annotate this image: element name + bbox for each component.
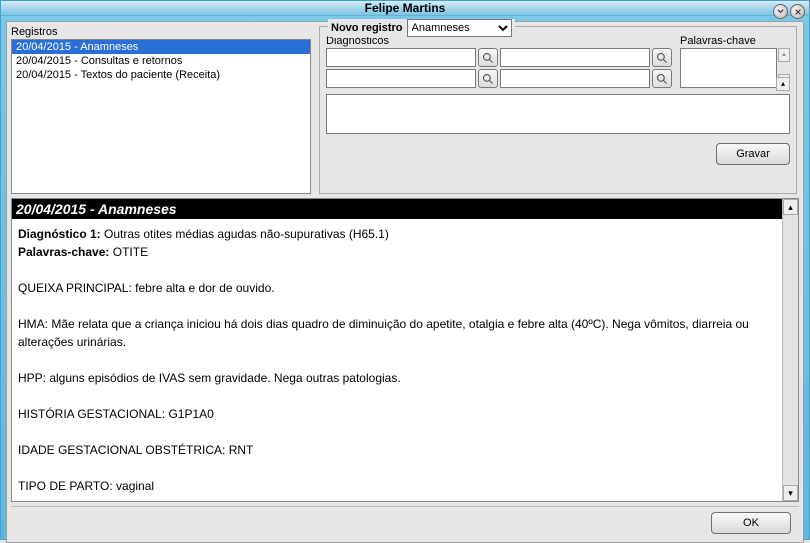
palavras-col: Palavras-chave ▴ ▾ bbox=[680, 35, 790, 88]
registros-label: Registros bbox=[11, 26, 311, 38]
titlebar-buttons bbox=[773, 4, 805, 19]
diag-input-1b[interactable] bbox=[500, 48, 650, 67]
close-icon[interactable] bbox=[790, 4, 805, 19]
notes-textarea[interactable] bbox=[326, 94, 790, 134]
diagnosticos-col: Diagnósticos bbox=[326, 35, 672, 88]
client-area: Registros 20/04/2015 - Anamneses 20/04/2… bbox=[6, 21, 804, 543]
registros-list[interactable]: 20/04/2015 - Anamneses 20/04/2015 - Cons… bbox=[11, 39, 311, 194]
diag-input-2b[interactable] bbox=[500, 69, 650, 88]
record-header: 20/04/2015 - Anamneses bbox=[12, 199, 782, 219]
search-icon[interactable] bbox=[652, 69, 672, 88]
scroll-up-icon[interactable]: ▴ bbox=[783, 199, 798, 215]
record-line: QUEIXA PRINCIPAL: febre alta e dor de ou… bbox=[18, 279, 776, 297]
novo-registro-label: Novo registro bbox=[331, 22, 403, 34]
record-scrollbar[interactable]: ▴ ▾ bbox=[782, 199, 798, 501]
notes-row: ▴ bbox=[326, 91, 790, 137]
minimize-icon[interactable] bbox=[773, 4, 788, 19]
palavras-chave-label: Palavras-chave: bbox=[18, 245, 109, 259]
palavras-textarea[interactable] bbox=[680, 48, 777, 88]
search-icon[interactable] bbox=[478, 48, 498, 67]
registros-panel: Registros 20/04/2015 - Anamneses 20/04/2… bbox=[11, 26, 311, 194]
diag1-label: Diagnóstico 1: bbox=[18, 227, 101, 241]
diag-inputs bbox=[326, 48, 672, 88]
titlebar[interactable]: Felipe Martins bbox=[1, 1, 809, 16]
record-line: TIPO DE PARTO: vaginal bbox=[18, 477, 776, 495]
record-line: HPP: alguns episódios de IVAS sem gravid… bbox=[18, 369, 776, 387]
window-title: Felipe Martins bbox=[365, 1, 446, 15]
bottom-bar: OK bbox=[11, 506, 799, 538]
novo-registro-legend: Novo registro Anamneses bbox=[328, 19, 515, 37]
gravar-row: Gravar bbox=[326, 143, 790, 165]
app-window: Felipe Martins Registros 20/04/2015 - An… bbox=[0, 0, 810, 540]
top-row: Registros 20/04/2015 - Anamneses 20/04/2… bbox=[11, 26, 799, 194]
record-line: HMA: Mãe relata que a criança iniciou há… bbox=[18, 315, 776, 351]
search-icon[interactable] bbox=[652, 48, 672, 67]
record-body: Diagnóstico 1: Outras otites médias agud… bbox=[12, 219, 782, 501]
scroll-up-icon[interactable]: ▴ bbox=[778, 48, 790, 62]
search-icon[interactable] bbox=[478, 69, 498, 88]
ok-button[interactable]: OK bbox=[711, 512, 791, 534]
diag-input-1a[interactable] bbox=[326, 48, 476, 67]
diag1-value: Outras otites médias agudas não-supurati… bbox=[104, 227, 389, 241]
record-type-select[interactable]: Anamneses bbox=[407, 19, 512, 37]
record-view: 20/04/2015 - Anamneses Diagnóstico 1: Ou… bbox=[11, 198, 799, 502]
scroll-down-icon[interactable]: ▾ bbox=[783, 485, 798, 501]
record-line: HISTÓRIA GESTACIONAL: G1P1A0 bbox=[18, 405, 776, 423]
novo-registro-panel: Novo registro Anamneses Diagnósticos bbox=[319, 26, 797, 194]
list-item[interactable]: 20/04/2015 - Textos do paciente (Receita… bbox=[12, 68, 310, 82]
record-content[interactable]: 20/04/2015 - Anamneses Diagnóstico 1: Ou… bbox=[12, 199, 782, 501]
palavras-label: Palavras-chave bbox=[680, 35, 790, 47]
diag-row: Diagnósticos bbox=[326, 35, 790, 88]
palavras-chave-value: OTITE bbox=[113, 245, 148, 259]
record-line: IDADE GESTACIONAL OBSTÉTRICA: RNT bbox=[18, 441, 776, 459]
list-item[interactable]: 20/04/2015 - Consultas e retornos bbox=[12, 54, 310, 68]
scroll-up-icon[interactable]: ▴ bbox=[776, 77, 790, 91]
diag-input-2a[interactable] bbox=[326, 69, 476, 88]
list-item[interactable]: 20/04/2015 - Anamneses bbox=[12, 40, 310, 54]
gravar-button[interactable]: Gravar bbox=[716, 143, 790, 165]
